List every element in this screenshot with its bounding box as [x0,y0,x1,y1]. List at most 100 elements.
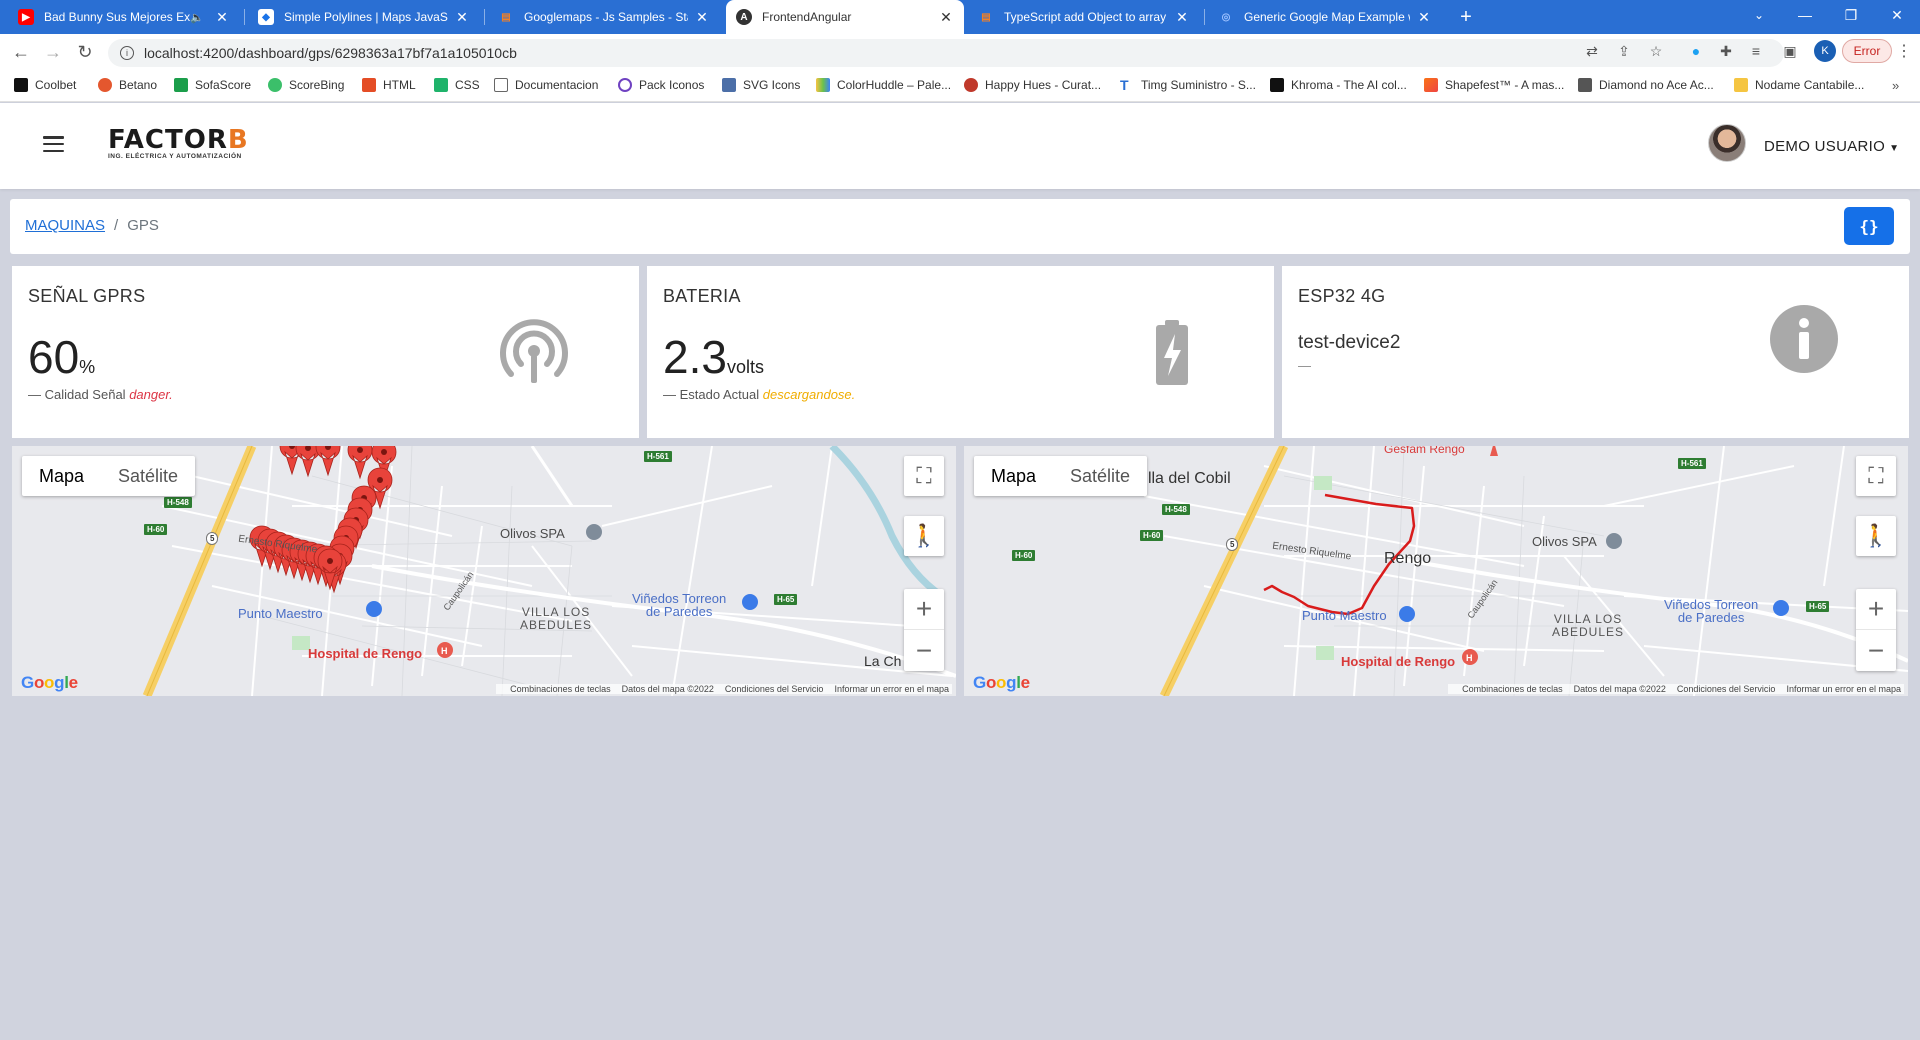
new-tab-button[interactable]: + [1454,0,1478,34]
browser-tab[interactable]: ◎ Generic Google Map Example wi... ✕ [1208,0,1442,34]
user-avatar[interactable] [1708,124,1746,162]
menu-toggle-icon[interactable] [43,136,64,152]
restore-button[interactable]: ❐ [1828,0,1874,30]
svg-icons-icon [722,78,736,92]
bookmark-item[interactable]: CSS [434,78,480,92]
fullscreen-icon[interactable]: ⛶ [904,456,944,496]
close-tab-icon[interactable]: ✕ [1416,9,1432,26]
browser-tab[interactable]: ▤ TypeScript add Object to array w... ✕ [968,0,1200,34]
coolbet-icon [14,78,28,92]
code-button[interactable]: {} [1844,207,1894,245]
signal-card: SEÑAL GPRS 60% — Calidad Señal danger. [12,266,639,438]
browser-tab-active[interactable]: A FrontendAngular ✕ [726,0,964,34]
url-input[interactable]: i localhost:4200/dashboard/gps/6298363a1… [108,39,1784,67]
route-shield: H-60 [144,524,168,535]
bookmark-item[interactable]: Shapefest™ - A mas... [1424,78,1564,92]
terms-link[interactable]: Condiciones del Servicio [1677,684,1776,694]
map-label: Punto Maestro [1302,608,1387,623]
bookmark-item[interactable]: Documentacion [494,78,598,92]
zoom-out-button[interactable]: − [1856,630,1896,671]
tab-search-icon[interactable]: ⌄ [1736,0,1782,30]
reading-list-icon[interactable]: ≡ [1746,41,1766,61]
zoom-in-button[interactable]: + [904,589,944,630]
card-title: SEÑAL GPRS [28,286,146,306]
bookmark-star-icon[interactable]: ☆ [1646,41,1666,61]
scorebing-icon [268,78,282,92]
close-tab-icon[interactable]: ✕ [1174,9,1190,26]
close-tab-icon[interactable]: ✕ [214,9,230,26]
keyboard-shortcuts-link[interactable]: Combinaciones de teclas [510,684,611,694]
bookmark-item[interactable]: Nodame Cantabile... [1734,78,1864,92]
map-label: Rengo [1384,550,1432,567]
audio-icon[interactable]: 🔈 [190,11,204,24]
browser-tab[interactable]: ◆ Simple Polylines | Maps JavaScr... ✕ [248,0,480,34]
bookmark-item[interactable]: Diamond no Ace Ac... [1578,78,1714,92]
error-button[interactable]: Error [1842,39,1892,63]
bookmark-item[interactable]: Coolbet [14,78,76,92]
close-tab-icon[interactable]: ✕ [454,9,470,26]
report-error-link[interactable]: Informar un error en el mapa [1786,684,1901,694]
bookmark-item[interactable]: ColorHuddle – Pale... [816,78,951,92]
bookmark-item[interactable]: ScoreBing [268,78,344,92]
reload-icon[interactable]: ↻ [74,41,96,63]
share-icon[interactable]: ⇪ [1614,41,1634,61]
close-tab-icon[interactable]: ✕ [694,9,710,26]
route-shield: H-65 [1806,601,1830,612]
pegman-icon[interactable]: 🚶 [904,516,944,556]
bookmark-item[interactable]: SVG Icons [722,78,800,92]
close-tab-icon[interactable]: ✕ [938,9,954,26]
map-type-map[interactable]: Mapa [22,456,101,496]
svg-text:H: H [441,646,448,656]
bookmark-item[interactable]: T Timg Suministro - S... [1120,78,1256,92]
pegman-icon[interactable]: 🚶 [1856,516,1896,556]
caret-down-icon: ▼ [1889,143,1900,154]
tab-separator [244,9,245,25]
translate-icon[interactable]: ⇄ [1582,41,1602,61]
side-panel-icon[interactable]: ▣ [1780,41,1800,61]
extension-icon[interactable]: ● [1686,41,1706,61]
happy-hues-icon [964,78,978,92]
browser-tab[interactable]: ▶ Bad Bunny Sus Mejores Exitos 🔈 ✕ [8,0,240,34]
zoom-out-button[interactable]: − [904,630,944,671]
browser-tab[interactable]: ▤ Googlemaps - Js Samples - Stack ✕ [488,0,720,34]
bookmark-item[interactable]: Khroma - The AI col... [1270,78,1407,92]
map-markers[interactable]: H Olivos SPA Viñedos Torreon de Paredes V… [12,446,956,696]
extensions-puzzle-icon[interactable]: ✚ [1716,41,1736,61]
site-info-icon[interactable]: i [120,46,134,60]
map-label: Viñedos Torreon de Paredes [632,591,727,619]
zoom-in-button[interactable]: + [1856,589,1896,630]
bookmark-item[interactable]: Happy Hues - Curat... [964,78,1101,92]
window-close-button[interactable]: ✕ [1874,0,1920,30]
bookmark-item[interactable]: SofaScore [174,78,251,92]
bookmark-item[interactable]: Pack Iconos [618,78,704,92]
report-error-link[interactable]: Informar un error en el mapa [834,684,949,694]
bookmark-item[interactable]: HTML [362,78,416,92]
terms-link[interactable]: Condiciones del Servicio [725,684,824,694]
map-type-satellite[interactable]: Satélite [1053,456,1147,496]
breadcrumb-link-maquinas[interactable]: MAQUINAS [25,217,105,234]
google-logo: Google [21,673,78,692]
route-shield: H-65 [774,594,798,605]
html-icon [362,78,376,92]
browser-menu-icon[interactable]: ⋮ [1896,41,1912,61]
keyboard-shortcuts-link[interactable]: Combinaciones de teclas [1462,684,1563,694]
gps-marker-dot [377,477,383,483]
bookmark-item[interactable]: Betano [98,78,157,92]
info-icon [1770,305,1838,373]
battery-status: — Estado Actual descargandose. [663,387,856,402]
map-type-map[interactable]: Mapa [974,456,1053,496]
map-label: Gesfam Rengo [1384,446,1465,456]
bookmarks-overflow-icon[interactable]: » [1892,78,1899,93]
zoom-control: + − [904,589,944,671]
map-route[interactable]: H Villa del Cobil Gesfam Rengo Rengo Oli… [964,446,1908,696]
minimize-button[interactable]: — [1782,0,1828,30]
map-label: Olivos SPA [500,526,565,541]
fullscreen-icon[interactable]: ⛶ [1856,456,1896,496]
map-type-satellite[interactable]: Satélite [101,456,195,496]
profile-avatar[interactable]: K [1814,40,1836,62]
back-icon[interactable]: ← [10,41,32,63]
user-menu[interactable]: DEMO USUARIO ▼ [1764,138,1899,155]
tab-separator [1204,9,1205,25]
signal-value: 60% [28,331,96,383]
forward-icon[interactable]: → [42,41,64,63]
